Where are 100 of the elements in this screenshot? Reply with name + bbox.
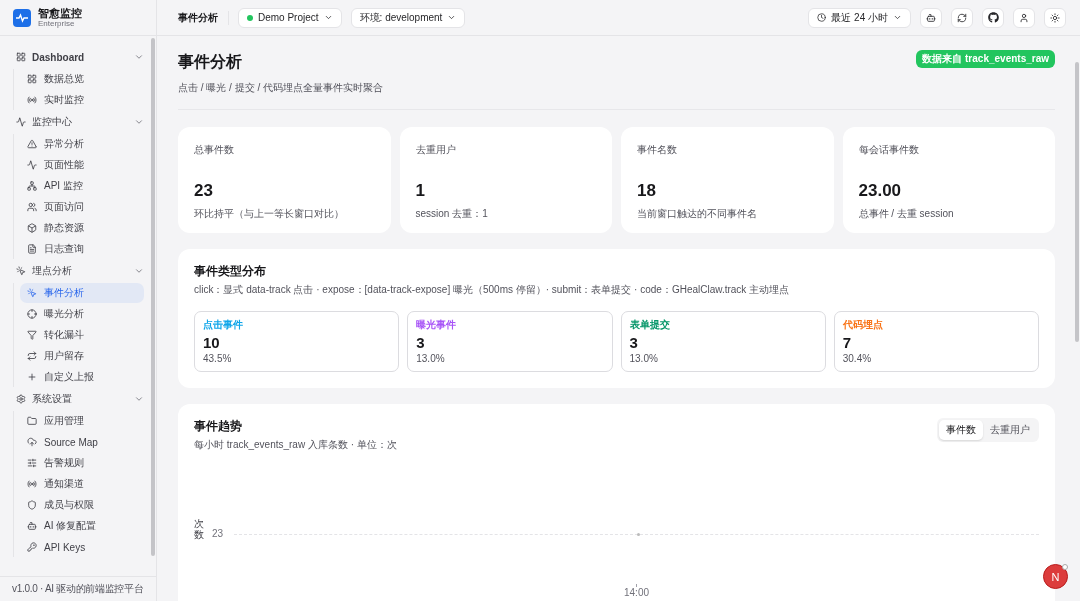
user-icon xyxy=(1019,12,1029,23)
robot-icon xyxy=(27,521,37,531)
stat-value: 18 xyxy=(637,181,657,201)
nav-item[interactable]: 数据总览 xyxy=(20,69,144,89)
event-count: 7 xyxy=(842,334,852,351)
nav-item[interactable]: 日志查询 xyxy=(20,239,144,259)
event-type-label: 曝光事件 xyxy=(416,318,457,332)
chevron-icon xyxy=(134,394,144,404)
scrollbar[interactable] xyxy=(151,38,155,556)
event-share: 30.4% xyxy=(842,353,872,364)
event-share: 13.0% xyxy=(416,353,445,364)
warning-icon xyxy=(27,139,37,149)
nav-item[interactable]: 异常分析 xyxy=(20,134,144,154)
tick-mark xyxy=(636,584,637,587)
notification-dot xyxy=(1062,564,1068,570)
environment-dropdown[interactable]: 环境: development xyxy=(350,7,466,28)
sun-icon xyxy=(1050,12,1060,23)
sliders-icon xyxy=(27,458,37,468)
page-name: 事件分析 xyxy=(178,10,229,25)
chevron-icon xyxy=(134,52,144,62)
chevron-icon xyxy=(323,13,333,22)
crosshair-icon xyxy=(27,309,37,319)
robot-icon xyxy=(926,12,936,23)
pointer-icon xyxy=(16,266,26,276)
theme-button[interactable] xyxy=(1044,7,1066,28)
nav-group[interactable]: 监控中心 xyxy=(11,111,144,133)
stat-label: 去重用户 xyxy=(415,143,457,157)
github-button[interactable] xyxy=(982,7,1004,28)
version-text: v1.0.0 · AI 驱动的前端监控平台 xyxy=(0,576,156,601)
event-count: 3 xyxy=(416,334,425,351)
repeat-icon xyxy=(27,351,37,361)
stat-label: 事件名数 xyxy=(637,143,678,157)
robot-button[interactable] xyxy=(920,7,942,28)
y-axis-label: 次数 xyxy=(194,518,204,540)
nav-item[interactable]: 曝光分析 xyxy=(20,304,144,324)
stat-value: 23.00 xyxy=(858,181,903,201)
nav-group[interactable]: 埋点分析 xyxy=(11,260,144,282)
nav-item[interactable]: 静态资源 xyxy=(20,218,144,238)
nav-item[interactable]: 成员与权限 xyxy=(20,495,144,515)
metric-tab[interactable]: 事件数 xyxy=(939,420,983,440)
page-subtitle: 点击 / 曝光 / 提交 / 代码埋点全量事件实时聚合 xyxy=(178,81,383,95)
project-dropdown[interactable]: Demo Project xyxy=(238,7,342,28)
shield-icon xyxy=(27,500,37,510)
nav-item[interactable]: AI 修复配置 xyxy=(20,516,144,536)
nav-item[interactable]: 通知渠道 xyxy=(20,474,144,494)
nav-item[interactable]: Source Map xyxy=(20,432,144,452)
brand-name: 智愈监控 xyxy=(38,7,82,19)
file-icon xyxy=(27,244,37,254)
nav-item[interactable]: 页面性能 xyxy=(20,155,144,175)
data-point xyxy=(636,532,640,536)
folder-icon xyxy=(27,416,37,426)
metric-tab[interactable]: 去重用户 xyxy=(983,420,1037,440)
pointer-icon xyxy=(27,288,37,298)
chevron-icon xyxy=(447,13,457,22)
cube-icon xyxy=(27,223,37,233)
plus-icon xyxy=(27,372,37,382)
nav-item[interactable]: 应用管理 xyxy=(20,411,144,431)
nav-item[interactable]: 页面访问 xyxy=(20,197,144,217)
event-type-label: 表单提交 xyxy=(629,318,670,332)
cloud-icon xyxy=(27,437,37,447)
stat-value: 1 xyxy=(415,181,426,201)
time-range-dropdown[interactable]: 最近 24 小时 xyxy=(808,7,911,28)
nav-item[interactable]: API Keys xyxy=(20,537,144,557)
user-button[interactable] xyxy=(1013,7,1035,28)
x-tick-label: 14:00 xyxy=(624,587,649,598)
nav-item[interactable]: 自定义上报 xyxy=(20,367,144,387)
brand-edition: Enterprise xyxy=(38,19,76,28)
pulse-icon xyxy=(27,160,37,170)
section-description: click：显式 data-track 点击 · expose：[data-track-expose] 曝光（500ms 停留）· submit：表单提交 · code：GHealClaw.track 主动埋点 xyxy=(194,283,791,297)
grid-icon xyxy=(27,74,37,84)
event-type-label: 代码埋点 xyxy=(842,318,883,332)
settings-icon xyxy=(16,394,26,404)
stat-note: 总事件 / 去重 session xyxy=(858,207,955,221)
chevron-icon xyxy=(134,266,144,276)
page-title: 事件分析 xyxy=(178,52,243,72)
nav-item[interactable]: 告警规则 xyxy=(20,453,144,473)
nav-item[interactable]: API 监控 xyxy=(20,176,144,196)
section-title: 事件趋势 xyxy=(194,418,243,435)
chevron-icon xyxy=(893,13,902,22)
nav-item[interactable]: 事件分析 xyxy=(20,283,144,303)
source-badge: 数据来自 track_events_raw xyxy=(916,50,1055,68)
nav-item[interactable]: 转化漏斗 xyxy=(20,325,144,345)
nav-item[interactable]: 实时监控 xyxy=(20,90,144,110)
nav-group[interactable]: 系统设置 xyxy=(11,388,144,410)
github-icon xyxy=(987,12,999,23)
funnel-icon xyxy=(27,330,37,340)
broadcast-icon xyxy=(27,479,37,489)
nav-group[interactable]: Dashboard xyxy=(11,46,144,68)
scrollbar[interactable] xyxy=(1075,62,1079,342)
y-tick-label: 23 xyxy=(212,528,225,540)
nav-item[interactable]: 用户留存 xyxy=(20,346,144,366)
stat-note: 环比持平（与上一等长窗口对比） xyxy=(194,207,345,221)
network-icon xyxy=(27,181,37,191)
event-count: 10 xyxy=(203,334,220,351)
broadcast-icon xyxy=(27,95,37,105)
section-description: 每小时 track_events_raw 入库条数 · 单位：次 xyxy=(194,438,397,452)
event-type-label: 点击事件 xyxy=(203,318,243,332)
refresh-button[interactable] xyxy=(951,7,973,28)
logo-icon xyxy=(13,8,31,27)
clock-icon xyxy=(817,13,827,22)
